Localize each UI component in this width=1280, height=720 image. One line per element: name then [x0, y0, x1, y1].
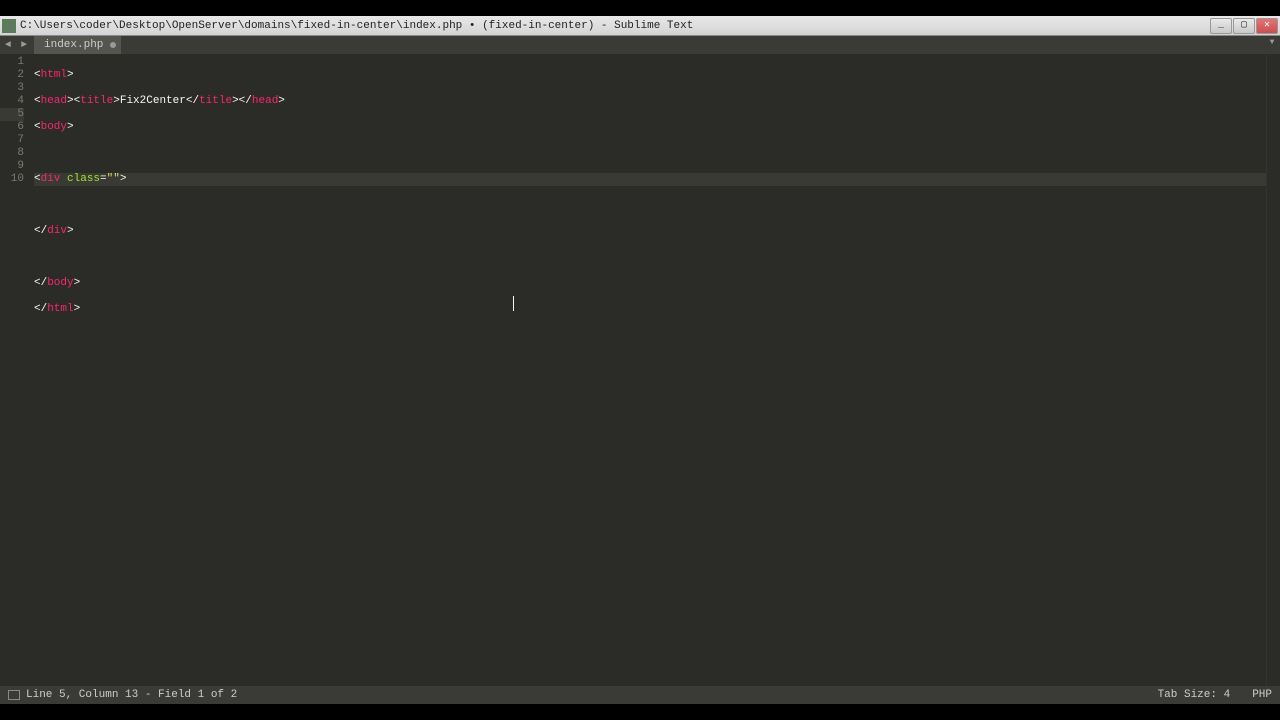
code-token: >	[120, 173, 127, 185]
window-controls: _ ▢ ✕	[1209, 18, 1278, 34]
status-cursor-position: Line 5, Column 13 - Field 1 of 2	[26, 689, 1136, 701]
code-token: >	[67, 69, 74, 81]
code-token: <	[34, 69, 41, 81]
code-token: >	[74, 277, 81, 289]
code-token: ""	[107, 173, 120, 185]
line-number-gutter: 1 2 3 4 5 6 7 8 9 10	[0, 54, 30, 686]
app-icon	[2, 19, 16, 33]
forward-icon[interactable]: ►	[17, 38, 31, 52]
code-area[interactable]: <html> <head><title>Fix2Center</title></…	[30, 54, 1266, 686]
tabs-dropdown-icon[interactable]: ▼	[1264, 38, 1280, 52]
code-token: class	[67, 173, 100, 185]
status-syntax[interactable]: PHP	[1252, 689, 1272, 701]
code-token: </	[34, 225, 47, 237]
code-token: body	[47, 277, 73, 289]
line-number: 1	[0, 56, 24, 69]
close-button[interactable]: ✕	[1256, 18, 1278, 34]
code-token: </	[186, 95, 199, 107]
console-toggle-icon[interactable]	[8, 690, 20, 700]
text-cursor-icon	[513, 296, 514, 311]
tab-index-php[interactable]: index.php	[34, 36, 121, 54]
code-token: =	[100, 173, 107, 185]
code-token: ></	[232, 95, 252, 107]
maximize-button[interactable]: ▢	[1233, 18, 1255, 34]
status-tab-size[interactable]: Tab Size: 4	[1158, 689, 1231, 701]
line-number: 5	[0, 108, 24, 121]
code-token: >	[74, 303, 81, 315]
window-title: C:\Users\coder\Desktop\OpenServer\domain…	[20, 20, 1209, 32]
code-token: >	[278, 95, 285, 107]
code-token: </	[34, 277, 47, 289]
minimize-button[interactable]: _	[1210, 18, 1232, 34]
code-token: </	[34, 303, 47, 315]
tab-bar: ◄ ► ▼	[0, 36, 1280, 54]
code-token: div	[41, 173, 61, 185]
code-token: >	[67, 225, 74, 237]
code-token: ><	[67, 95, 80, 107]
line-number: 8	[0, 147, 24, 160]
code-token: title	[80, 95, 113, 107]
code-token: <	[34, 95, 41, 107]
titlebar[interactable]: C:\Users\coder\Desktop\OpenServer\domain…	[0, 16, 1280, 36]
code-token: >	[67, 121, 74, 133]
line-number: 9	[0, 160, 24, 173]
code-token: body	[41, 121, 67, 133]
back-icon[interactable]: ◄	[1, 38, 15, 52]
code-token: head	[252, 95, 278, 107]
code-token: head	[41, 95, 67, 107]
line-number: 7	[0, 134, 24, 147]
code-token: <	[34, 121, 41, 133]
line-number: 10	[0, 173, 24, 186]
code-token: <	[34, 173, 41, 185]
code-token: div	[47, 225, 67, 237]
code-token: >	[113, 95, 120, 107]
line-number: 6	[0, 121, 24, 134]
code-token: html	[41, 69, 67, 81]
code-token: html	[47, 303, 73, 315]
line-number: 3	[0, 82, 24, 95]
code-token: title	[199, 95, 232, 107]
line-number: 2	[0, 69, 24, 82]
minimap[interactable]	[1266, 54, 1280, 686]
line-number: 4	[0, 95, 24, 108]
app-window: C:\Users\coder\Desktop\OpenServer\domain…	[0, 16, 1280, 704]
editor[interactable]: 1 2 3 4 5 6 7 8 9 10 <html> <head><title…	[0, 54, 1280, 686]
code-token: Fix2Center	[120, 95, 186, 107]
status-bar: Line 5, Column 13 - Field 1 of 2 Tab Siz…	[0, 686, 1280, 704]
dirty-indicator-icon	[110, 42, 116, 48]
tab-label: index.php	[44, 39, 103, 51]
